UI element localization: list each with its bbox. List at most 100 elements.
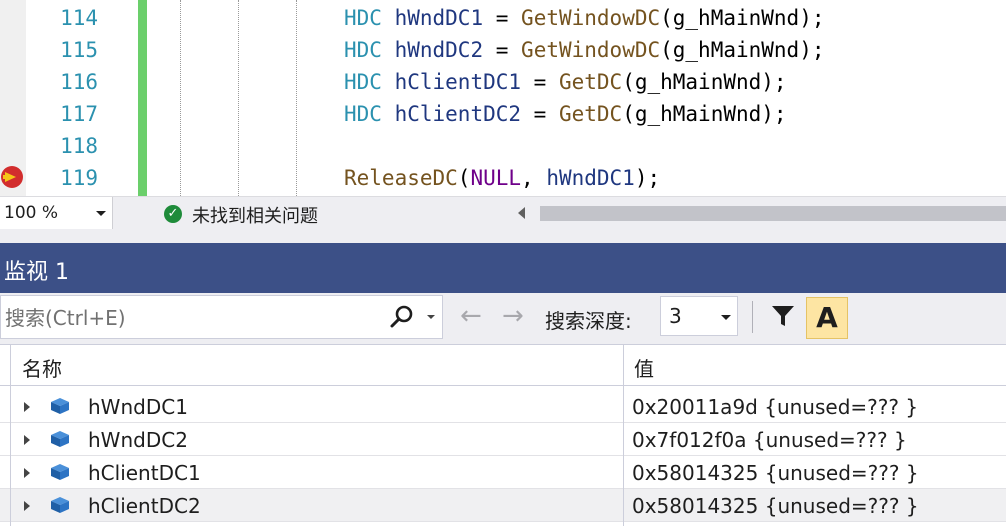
line-number: 117: [60, 102, 98, 126]
hexadecimal-display-button[interactable]: A: [806, 297, 848, 339]
code-token: hWndDC2: [394, 38, 484, 62]
watch-window-title-bar[interactable]: 监视 1: [0, 243, 1006, 293]
watch-row-value[interactable]: 0x20011a9d {unused=??? }: [632, 395, 918, 419]
code-token: hWndDC1: [394, 6, 484, 30]
editor-status-bar: 100 % ✓ 未找到相关问题: [0, 196, 1006, 229]
watch-row[interactable]: hClientDC2 0x58014325 {unused=??? }: [0, 489, 1006, 522]
chevron-down-icon: [96, 211, 106, 216]
line-number: 115: [60, 38, 98, 62]
code-token: (g_hMainWnd);: [622, 102, 787, 126]
watch-row-value[interactable]: 0x58014325 {unused=??? }: [632, 461, 919, 485]
watch-row-name[interactable]: hClientDC1: [88, 461, 201, 485]
code-line[interactable]: 115 HDC hWndDC2 = GetWindowDC(g_hMainWnd)…: [0, 34, 1006, 66]
code-token: =: [521, 102, 559, 126]
code-token: );: [634, 166, 661, 190]
expand-arrow-icon[interactable]: [24, 468, 30, 478]
search-depth-label: 搜索深度:: [545, 309, 632, 333]
code-token: ,: [521, 166, 547, 190]
watch-toolbar: ← → 搜索深度: 3 A: [0, 293, 1006, 344]
code-text[interactable]: HDC hWndDC1 = GetWindowDC(g_hMainWnd);: [344, 2, 825, 34]
code-token: HDC: [344, 70, 382, 94]
code-line[interactable]: 119 ReleaseDC(NULL, hWndDC1);: [0, 162, 1006, 194]
code-text[interactable]: HDC hClientDC1 = GetDC(g_hMainWnd);: [344, 66, 787, 98]
horizontal-scrollbar-thumb[interactable]: [540, 206, 1006, 221]
column-header-name[interactable]: 名称: [22, 353, 62, 382]
chevron-down-icon: [721, 315, 731, 320]
grid-header: 名称 值: [0, 344, 1006, 386]
line-number: 118: [60, 134, 98, 158]
code-token: GetWindowDC: [521, 38, 661, 62]
object-cube-icon: [51, 398, 69, 414]
code-text[interactable]: HDC hClientDC2 = GetDC(g_hMainWnd);: [344, 98, 787, 130]
object-cube-icon: [51, 464, 69, 480]
watch-row-name[interactable]: hClientDC2: [88, 494, 201, 518]
watch-row-value[interactable]: 0x7f012f0a {unused=??? }: [632, 428, 907, 452]
line-number: 116: [60, 70, 98, 94]
code-token: hClientDC2: [394, 102, 522, 126]
code-token: (: [457, 166, 471, 190]
code-text[interactable]: HDC hWndDC2 = GetWindowDC(g_hMainWnd);: [344, 34, 825, 66]
zoom-value: 100 %: [4, 203, 59, 223]
code-token: =: [521, 70, 559, 94]
watch-row[interactable]: hWndDC1 0x20011a9d {unused=??? }: [0, 390, 1006, 423]
current-statement-arrow: [5, 172, 16, 182]
code-editor[interactable]: 114 HDC hWndDC1 = GetWindowDC(g_hMainWnd)…: [0, 0, 1006, 196]
code-token: (g_hMainWnd);: [660, 6, 825, 30]
search-depth-dropdown[interactable]: 3: [660, 296, 738, 336]
toolbar-separator: [752, 301, 753, 333]
code-token: NULL: [470, 166, 522, 190]
watch-grid: 名称 值 hWndDC1 0x20011a9d {unused=??? } hWnd…: [0, 344, 1006, 526]
code-token: (g_hMainWnd);: [660, 38, 825, 62]
code-token: HDC: [344, 38, 382, 62]
filter-icon[interactable]: [770, 303, 796, 329]
search-previous-arrow-icon[interactable]: ←: [460, 303, 482, 329]
zoom-dropdown[interactable]: 100 %: [0, 197, 113, 229]
column-header-value[interactable]: 值: [634, 353, 654, 382]
watch-row-value[interactable]: 0x58014325 {unused=??? }: [632, 494, 919, 518]
check-circle-icon: ✓: [164, 205, 182, 223]
code-token: ReleaseDC: [344, 166, 458, 190]
code-token: GetDC: [558, 70, 623, 94]
watch-row-name[interactable]: hWndDC2: [88, 428, 188, 452]
watch-window-title: 监视 1: [4, 260, 69, 285]
code-text[interactable]: ReleaseDC(NULL, hWndDC1);: [344, 162, 660, 194]
code-token: =: [483, 38, 522, 62]
scroll-left-icon[interactable]: [518, 207, 525, 219]
grid-left-border: [10, 344, 11, 526]
expand-arrow-icon[interactable]: [24, 435, 30, 445]
code-line[interactable]: 117 HDC hClientDC2 = GetDC(g_hMainWnd);: [0, 98, 1006, 130]
code-line[interactable]: 118: [0, 130, 1006, 162]
object-cube-icon: [51, 431, 69, 447]
search-depth-value: 3: [669, 304, 682, 328]
code-token: hWndDC1: [546, 166, 635, 190]
code-token: GetDC: [558, 102, 623, 126]
line-number: 119: [60, 166, 98, 190]
search-box[interactable]: [0, 295, 443, 339]
code-line[interactable]: 114 HDC hWndDC1 = GetWindowDC(g_hMainWnd)…: [0, 2, 1006, 34]
expand-arrow-icon[interactable]: [24, 402, 30, 412]
line-number: 114: [60, 6, 98, 30]
search-options-chevron-icon[interactable]: [427, 315, 435, 319]
code-token: (g_hMainWnd);: [622, 70, 787, 94]
search-next-arrow-icon[interactable]: →: [502, 303, 524, 329]
code-line[interactable]: 116 HDC hClientDC1 = GetDC(g_hMainWnd);: [0, 66, 1006, 98]
object-cube-icon: [51, 497, 69, 513]
panel-separator: [0, 229, 1006, 243]
code-token: GetWindowDC: [521, 6, 661, 30]
expand-arrow-icon[interactable]: [24, 501, 30, 511]
issues-status-text[interactable]: 未找到相关问题: [192, 202, 318, 228]
watch-row[interactable]: hWndDC2 0x7f012f0a {unused=??? }: [0, 423, 1006, 456]
watch-row[interactable]: hClientDC1 0x58014325 {unused=??? }: [0, 456, 1006, 489]
column-separator[interactable]: [623, 344, 624, 526]
watch-row-name[interactable]: hWndDC1: [88, 395, 188, 419]
code-token: HDC: [344, 6, 382, 30]
code-token: =: [483, 6, 522, 30]
code-token: hClientDC1: [394, 70, 522, 94]
search-input[interactable]: [3, 300, 377, 336]
search-icon[interactable]: [389, 304, 415, 330]
code-token: HDC: [344, 102, 382, 126]
